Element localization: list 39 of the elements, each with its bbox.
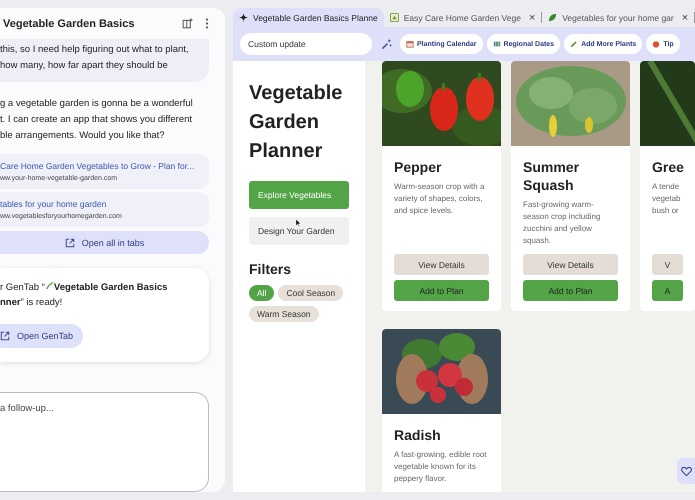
vegetable-description: Warm-season crop with a variety of shapes, colors, and spice levels. [394,181,486,217]
card-action-button[interactable]: Add to Plan [523,280,618,301]
close-tab-icon[interactable]: × [528,12,536,24]
open-all-in-tabs-button[interactable]: Open all in tabs [0,231,209,254]
card-action-button[interactable]: Add to Plan [394,280,489,301]
vegetable-description: A fast-growing, edible root vegetable known for its peppery flavor. [394,449,488,485]
card-action-button[interactable]: V [652,254,683,275]
browser-tab[interactable]: Vegetable Garden Basics Planne [233,8,384,27]
filter-chip[interactable]: Cool Season [278,285,344,301]
chat-title: Vegetable Garden Basics [3,18,136,30]
card-action-button[interactable]: A [652,280,683,301]
tab-title: Vegetable Garden Basics Planne [253,12,378,22]
source-title: Care Home Garden Vegetables to Grow - Plan for... [0,161,196,172]
close-tab-icon[interactable]: × [682,12,688,24]
gentab-title: Vegetable Garden Basics [54,282,168,293]
tab-title: Vegetables for your home gar [562,12,674,22]
filters-heading: Filters [249,261,292,277]
vegetable-name: Pepper [394,158,442,176]
sidebar-action-button[interactable]: Design Your Garden [249,217,349,245]
gentab-message-start: r GenTab “ [0,282,45,293]
browser-tab[interactable]: Vegetables for your home gar × [542,8,694,27]
card-action-button[interactable]: View Details [523,254,618,275]
card-action-button[interactable]: View Details [394,254,489,275]
vegetable-name: Summer Squash [523,158,580,194]
tab-title: Easy Care Home Garden Vege [404,12,521,22]
user-message: this, so I need help figuring out what to plant, how many, how far apart they should be [0,40,209,82]
open-gentab-button[interactable]: Open GenTab [0,324,84,348]
gentab-message-end: nner” is ready! [0,296,64,310]
vegetable-name: Radish [394,426,442,444]
vegetable-name: Gree [652,158,683,176]
assistant-reply: g a vegetable garden is gonna be a wonderful t. I can create an app that shows you different ble arrangements. Would you like that? [0,97,194,144]
custom-update-field[interactable]: Custom update [240,33,372,55]
vegetable-description: A tende vegetab bush or [652,181,682,217]
source-title: tables for your home garden [0,199,108,210]
follow-up-input[interactable]: a follow-up... [0,392,209,492]
filter-chip[interactable]: Warm Season [249,306,319,322]
planner-title: Vegetable Garden Planner [249,81,344,164]
browser-tab[interactable]: Easy Care Home Garden Vege × [384,8,542,27]
vegetable-description: Fast-growing warm-season crop including zucchini and yellow squash. [523,199,602,247]
